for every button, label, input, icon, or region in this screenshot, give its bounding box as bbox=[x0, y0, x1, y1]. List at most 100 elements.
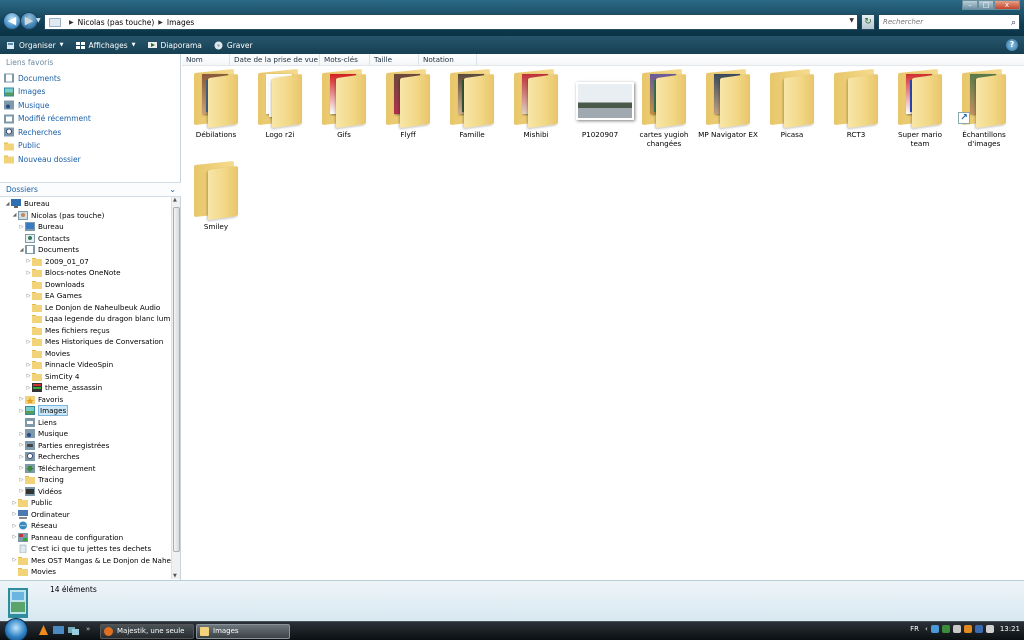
file-item[interactable]: Débilations bbox=[184, 68, 248, 139]
tree-node[interactable]: ▷ Favoris bbox=[18, 394, 63, 405]
tree-node[interactable]: ▷ Téléchargement bbox=[18, 463, 96, 474]
tree-node[interactable]: ▷ Musique bbox=[18, 428, 68, 439]
expanded-icon[interactable]: ◢ bbox=[18, 247, 25, 253]
network-tray-icon[interactable] bbox=[930, 625, 939, 633]
volume-tray-icon[interactable] bbox=[952, 625, 961, 633]
favorite-link-6[interactable]: Nouveau dossier bbox=[4, 154, 81, 164]
file-item[interactable]: Smiley bbox=[184, 160, 248, 231]
collapsed-icon[interactable]: ▷ bbox=[25, 293, 32, 299]
help-button[interactable]: ? bbox=[1006, 39, 1018, 51]
taskbar-button[interactable]: Majestik, une seule ... bbox=[100, 624, 194, 639]
scrollbar-thumb[interactable] bbox=[173, 207, 180, 552]
update-tray-icon[interactable] bbox=[974, 625, 983, 633]
file-item[interactable]: ↗ Échantillons d'images bbox=[952, 68, 1016, 148]
tree-node[interactable]: ▷ 2009_01_07 bbox=[25, 256, 89, 267]
favorite-link-1[interactable]: Images bbox=[4, 87, 45, 97]
refresh-button[interactable]: ↻ bbox=[861, 14, 875, 30]
collapsed-icon[interactable]: ▷ bbox=[18, 488, 25, 494]
tree-node[interactable]: Movies bbox=[25, 348, 70, 359]
collapsed-icon[interactable]: ▷ bbox=[18, 396, 25, 402]
file-item[interactable]: Logo r2i bbox=[248, 68, 312, 139]
file-item[interactable]: P1020907 bbox=[568, 68, 634, 139]
tree-node[interactable]: ▷ Réseau bbox=[11, 520, 58, 531]
switch-windows-icon[interactable] bbox=[68, 625, 79, 636]
toolbar-organiser-button[interactable]: Organiser ▼ bbox=[6, 41, 64, 50]
collapsed-icon[interactable]: ▷ bbox=[11, 523, 18, 529]
column-header-3[interactable]: Taille bbox=[370, 54, 419, 66]
tree-node[interactable]: ▷ Ordinateur bbox=[11, 509, 70, 520]
collapsed-icon[interactable]: ▷ bbox=[18, 477, 25, 483]
tree-node[interactable]: ▷ Blocs-notes OneNote bbox=[25, 267, 121, 278]
toolbar-graver-button[interactable]: Graver bbox=[214, 41, 253, 50]
favorite-link-4[interactable]: Recherches bbox=[4, 127, 61, 137]
collapsed-icon[interactable]: ▷ bbox=[11, 511, 18, 517]
file-item[interactable]: Mishibi bbox=[504, 68, 568, 139]
maximize-button[interactable]: □ bbox=[978, 0, 994, 10]
search-input[interactable]: Rechercher ⌕ bbox=[878, 14, 1020, 30]
favorite-link-5[interactable]: Public bbox=[4, 141, 40, 151]
folders-header[interactable]: Dossiers ⌄ bbox=[0, 182, 181, 197]
tree-node[interactable]: Lqaa legende du dragon blanc lumia bbox=[25, 313, 171, 324]
toolbar-affichages-button[interactable]: Affichages ▼ bbox=[75, 41, 136, 50]
expanded-icon[interactable]: ◢ bbox=[11, 212, 18, 218]
tree-node[interactable]: ▷ SimCity 4 bbox=[25, 371, 80, 382]
collapsed-icon[interactable]: ▷ bbox=[25, 270, 32, 276]
close-button[interactable]: x bbox=[994, 0, 1020, 10]
collapsed-icon[interactable]: ▷ bbox=[18, 465, 25, 471]
collapsed-icon[interactable]: ▷ bbox=[25, 258, 32, 264]
quicklaunch-overflow-icon[interactable]: » bbox=[86, 625, 90, 633]
collapsed-icon[interactable]: ▷ bbox=[18, 408, 25, 414]
column-header-1[interactable]: Date de la prise de vue bbox=[230, 54, 320, 66]
tray-expand-icon[interactable]: ‹ bbox=[925, 625, 928, 633]
tree-node[interactable]: ▷ Mes OST Mangas & Le Donjon de Naheulb bbox=[11, 555, 171, 566]
tree-node[interactable]: ▷ Bureau bbox=[18, 221, 64, 232]
collapsed-icon[interactable]: ▷ bbox=[11, 534, 18, 540]
tree-node[interactable]: Le Donjon de Naheulbeuk Audio bbox=[25, 302, 160, 313]
collapsed-icon[interactable]: ▷ bbox=[18, 454, 25, 460]
collapsed-icon[interactable]: ▷ bbox=[25, 339, 32, 345]
collapsed-icon[interactable]: ▷ bbox=[25, 362, 32, 368]
tree-node[interactable]: ▷ Public bbox=[11, 497, 52, 508]
clock[interactable]: 13:21 bbox=[1000, 625, 1020, 633]
column-header-0[interactable]: Nom bbox=[182, 54, 230, 66]
file-item[interactable]: Gifs bbox=[312, 68, 376, 139]
column-header-2[interactable]: Mots-clés bbox=[320, 54, 370, 66]
antivirus-tray-icon[interactable] bbox=[963, 625, 972, 633]
tree-node[interactable]: Liens bbox=[18, 417, 57, 428]
tree-node[interactable]: ▷ Pinnacle VideoSpin bbox=[25, 359, 113, 370]
tree-node[interactable]: Mes fichiers reçus bbox=[25, 325, 110, 336]
column-header-4[interactable]: Notation bbox=[419, 54, 477, 66]
file-item[interactable]: Flyff bbox=[376, 68, 440, 139]
collapsed-icon[interactable]: ▷ bbox=[18, 431, 25, 437]
back-button[interactable]: ◀ bbox=[3, 12, 21, 30]
tree-node[interactable]: ▷ EA Games bbox=[25, 290, 82, 301]
tree-node[interactable]: ▷ Recherches bbox=[18, 451, 80, 462]
start-button[interactable] bbox=[4, 618, 28, 640]
scroll-up-icon[interactable]: ▲ bbox=[173, 197, 177, 203]
tree-node[interactable]: Downloads bbox=[25, 279, 84, 290]
tree-node[interactable]: ▷ Panneau de configuration bbox=[11, 532, 123, 543]
file-item[interactable]: Famille bbox=[440, 68, 504, 139]
expanded-icon[interactable]: ◢ bbox=[4, 201, 11, 207]
messenger-tray-icon[interactable] bbox=[941, 625, 950, 633]
tree-node[interactable]: ▷ Tracing bbox=[18, 474, 64, 485]
sound-tray-icon[interactable] bbox=[985, 625, 994, 633]
scroll-down-icon[interactable]: ▼ bbox=[173, 573, 177, 579]
vlc-icon[interactable] bbox=[38, 625, 49, 636]
toolbar-diaporama-button[interactable]: Diaporama bbox=[147, 41, 202, 50]
favorite-link-3[interactable]: Modifié récemment bbox=[4, 114, 91, 124]
address-bar[interactable]: ▶ Nicolas (pas touche) ▶ Images ▼ bbox=[44, 14, 858, 30]
tree-node[interactable]: ◢ Bureau bbox=[4, 198, 50, 209]
tree-scrollbar[interactable]: ▲ ▼ bbox=[171, 197, 180, 579]
collapsed-icon[interactable]: ▷ bbox=[18, 442, 25, 448]
recent-pages-dropdown[interactable]: ▼ bbox=[36, 17, 42, 26]
file-item[interactable]: RCT3 bbox=[824, 68, 888, 139]
tree-node[interactable]: C'est ici que tu jettes tes dechets bbox=[11, 543, 151, 554]
taskbar-button[interactable]: Images bbox=[196, 624, 290, 639]
search-icon[interactable]: ⌕ bbox=[1011, 16, 1016, 30]
tree-node[interactable]: Contacts bbox=[18, 233, 70, 244]
tree-node[interactable]: ▷ theme_assassin bbox=[25, 382, 102, 393]
tree-node[interactable]: Movies bbox=[11, 566, 56, 577]
language-indicator[interactable]: FR bbox=[910, 625, 919, 633]
collapsed-icon[interactable]: ▷ bbox=[18, 224, 25, 230]
